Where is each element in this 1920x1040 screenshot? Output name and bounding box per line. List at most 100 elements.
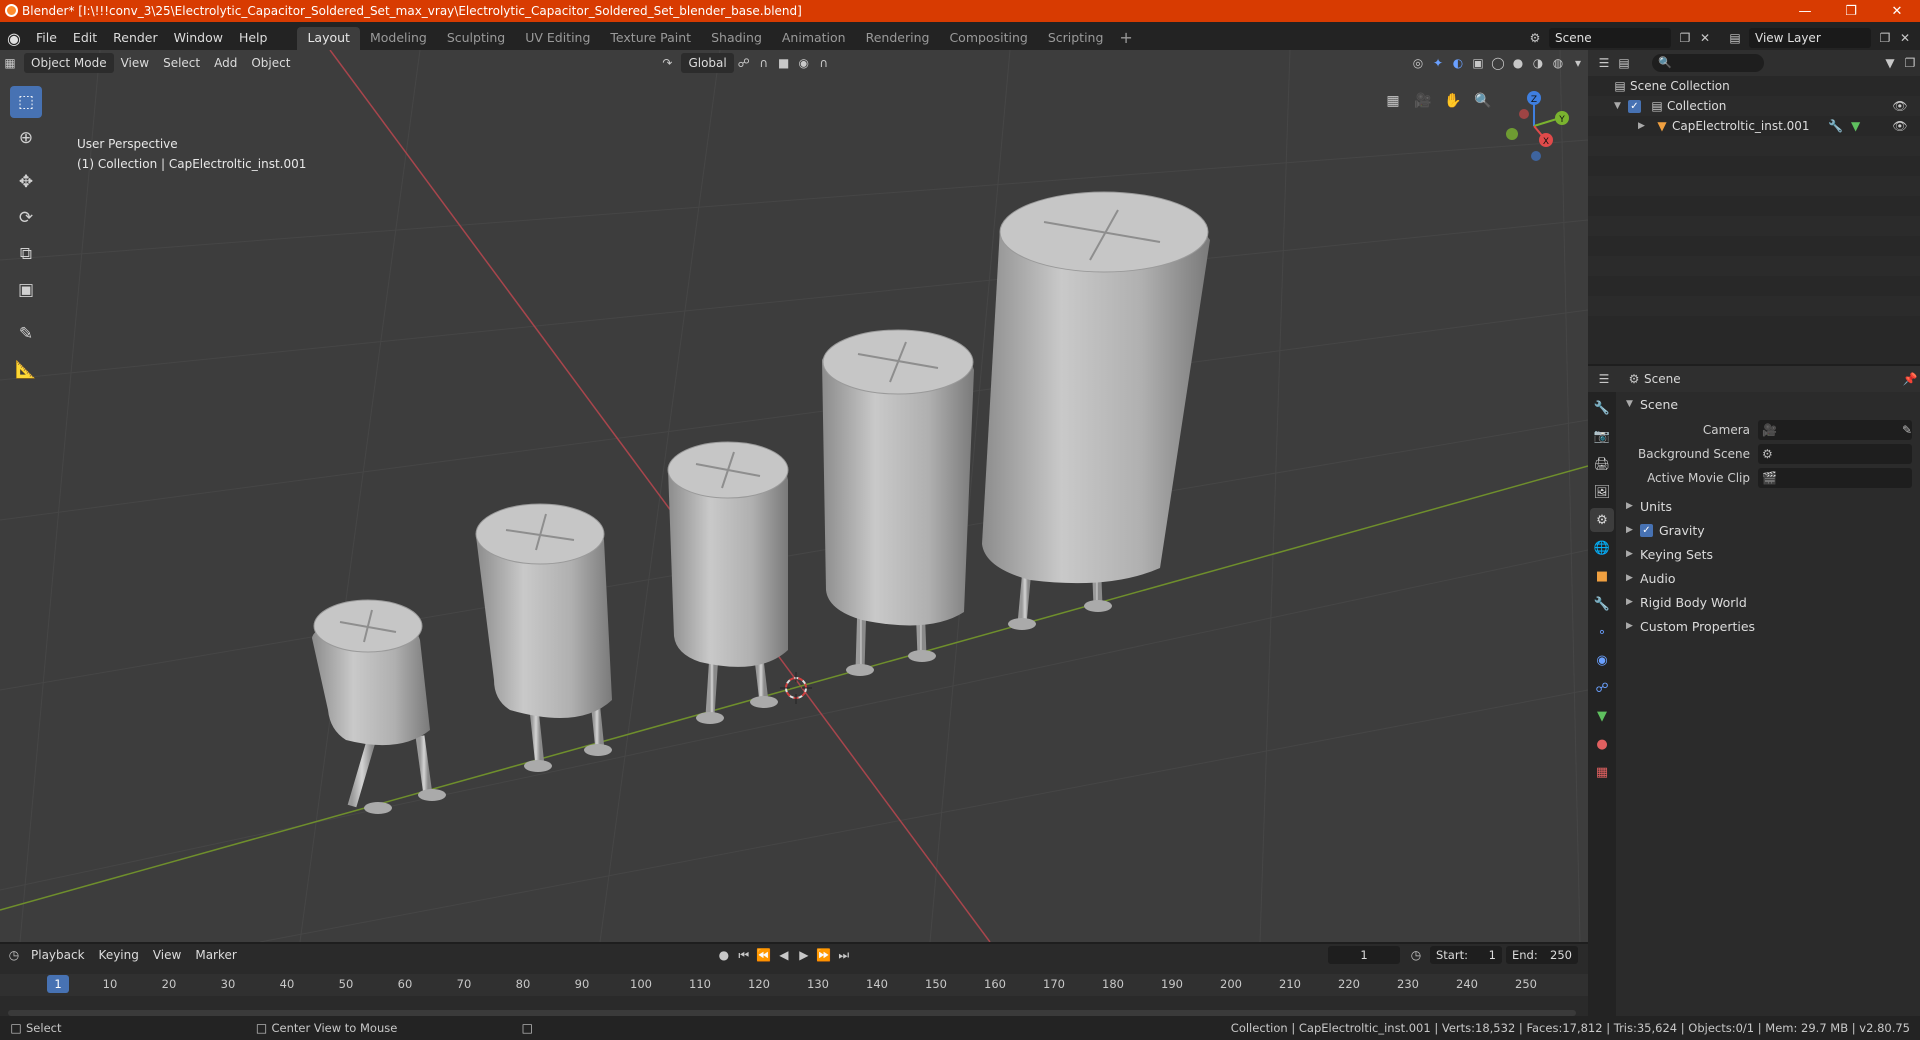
falloff-icon[interactable]: ∩ [814,53,834,73]
pivot-icon[interactable]: ☍ [734,53,754,73]
scene-tab-icon[interactable]: ⚙ [1590,508,1614,532]
start-frame-field[interactable]: Start: 1 [1430,946,1502,964]
current-frame-marker[interactable]: 1 [47,975,69,993]
new-view-layer-icon[interactable]: ❐ [1875,28,1895,48]
scene-section-collapse-icon[interactable]: ▼ [1626,399,1640,409]
material-shading-icon[interactable]: ◑ [1528,53,1548,73]
pin-icon[interactable]: 📌 [1900,369,1920,389]
gravity-panel[interactable]: ▶ ✓ Gravity [1618,518,1920,542]
grid-view-icon[interactable]: ▦ [1380,88,1406,114]
proportional-edit-icon[interactable]: ◉ [794,53,814,73]
xray-icon[interactable]: ▣ [1468,53,1488,73]
mesh-data-icon[interactable]: ▼ [1846,116,1866,136]
units-expand-icon[interactable]: ▶ [1626,501,1640,511]
close-icon[interactable]: ✕ [1874,0,1920,22]
eyedropper-icon[interactable]: ✎ [1902,423,1912,437]
editor-type-icon[interactable]: ▦ [0,53,20,73]
world-tab-icon[interactable]: 🌐 [1590,536,1614,560]
movie-clip-field[interactable]: 🎬 [1758,468,1912,488]
record-icon[interactable]: ● [714,945,734,965]
outliner-search-input[interactable]: 🔍 [1652,54,1764,72]
play-reverse-icon[interactable]: ◀ [774,945,794,965]
units-panel[interactable]: ▶ Units [1618,494,1920,518]
rigid-body-expand-icon[interactable]: ▶ [1626,597,1640,607]
view-layer-tab-icon[interactable]: 🖼 [1590,480,1614,504]
zoom-icon[interactable]: 🔍 [1470,88,1496,114]
gizmo-toggle-icon[interactable]: ✦ [1428,53,1448,73]
overlay-icon[interactable]: ◐ [1448,53,1468,73]
object-visibility-icon[interactable]: 👁 [1890,116,1910,136]
next-keyframe-icon[interactable]: ⏩ [814,945,834,965]
render-tab-icon[interactable]: 📷 [1590,424,1614,448]
rendered-shading-icon[interactable]: ◍ [1548,53,1568,73]
jump-end-icon[interactable]: ⏭ [834,945,854,965]
properties-editor-icon[interactable]: ☰ [1594,369,1614,389]
timeline-menu-keying[interactable]: Keying [92,948,146,962]
outliner-row-scene-collection[interactable]: ▤ Scene Collection [1588,76,1920,96]
object-tab-icon[interactable]: ■ [1590,564,1614,588]
viewport-menu-select[interactable]: Select [156,56,207,70]
modifier-icon[interactable]: 🔧 [1826,116,1846,136]
timeline-ruler[interactable]: 1 10 20 30 40 50 60 70 80 90 100 110 120… [0,974,1588,996]
gravity-expand-icon[interactable]: ▶ [1626,525,1640,535]
timeline-menu-marker[interactable]: Marker [188,948,243,962]
end-frame-field[interactable]: End: 250 [1506,946,1578,964]
constraints-tab-icon[interactable]: ☍ [1590,676,1614,700]
new-scene-icon[interactable]: ❐ [1675,28,1695,48]
preview-range-icon[interactable]: ◷ [1406,945,1426,965]
custom-properties-expand-icon[interactable]: ▶ [1626,621,1640,631]
rotate-tool-icon[interactable]: ⟳ [10,202,42,234]
prev-keyframe-icon[interactable]: ⏪ [754,945,774,965]
select-box-tool-icon[interactable]: ⬚ [10,86,42,118]
shading-options-icon[interactable]: ▾ [1568,53,1588,73]
jump-start-icon[interactable]: ⏮ [734,945,754,965]
rigid-body-world-panel[interactable]: ▶ Rigid Body World [1618,590,1920,614]
cursor-tool-icon[interactable]: ⊕ [10,122,42,154]
scale-tool-icon[interactable]: ⧉ [10,238,42,270]
transform-tool-icon[interactable]: ▣ [10,274,42,306]
outliner-row-object[interactable]: ▶ ▼ CapElectroltic_inst.001 🔧 ▼ 👁 [1588,116,1920,136]
minimize-icon[interactable]: — [1782,0,1828,22]
physics-tab-icon[interactable]: ◉ [1590,648,1614,672]
timeline-menu-playback[interactable]: Playback [24,948,92,962]
3d-viewport[interactable]: ▦ Object Mode View Select Add Object ↷ G… [0,50,1588,942]
new-collection-icon[interactable]: ❐ [1900,53,1920,73]
keying-sets-panel[interactable]: ▶ Keying Sets [1618,542,1920,566]
scene-name-field[interactable]: Scene [1549,28,1671,48]
visibility-icon[interactable]: ◎ [1408,53,1428,73]
snap-icon[interactable]: ∩ [754,53,774,73]
texture-tab-icon[interactable]: ▦ [1590,760,1614,784]
audio-panel[interactable]: ▶ Audio [1618,566,1920,590]
measure-tool-icon[interactable]: 📐 [10,354,42,386]
modifier-tab-icon[interactable]: 🔧 [1590,592,1614,616]
view-layer-selector[interactable]: ▤ View Layer ❐ ✕ [1725,27,1915,49]
audio-expand-icon[interactable]: ▶ [1626,573,1640,583]
play-icon[interactable]: ▶ [794,945,814,965]
viewport-scene[interactable] [0,50,1588,942]
snap-target-icon[interactable]: ■ [774,53,794,73]
collection-visibility-icon[interactable]: 👁 [1890,96,1910,116]
collection-expand-icon[interactable]: ▼ [1614,101,1628,111]
particles-tab-icon[interactable]: ∘ [1590,620,1614,644]
restore-icon[interactable]: ❐ [1828,0,1874,22]
current-frame-field[interactable]: 1 [1328,946,1400,964]
outliner-row-collection[interactable]: ▼ ✓ ▤ Collection 👁 [1588,96,1920,116]
display-mode-icon[interactable]: ▤ [1614,53,1634,73]
navigation-gizmo[interactable]: Z Y X [1498,86,1578,166]
camera-field[interactable]: 🎥 ✎ [1758,420,1912,440]
data-tab-icon[interactable]: ▼ [1590,704,1614,728]
mode-dropdown[interactable]: Object Mode [24,53,114,73]
viewport-menu-add[interactable]: Add [207,56,244,70]
delete-scene-icon[interactable]: ✕ [1695,28,1715,48]
object-expand-icon[interactable]: ▶ [1638,121,1652,131]
delete-view-layer-icon[interactable]: ✕ [1895,28,1915,48]
viewport-menu-view[interactable]: View [114,56,156,70]
pan-hand-icon[interactable]: ✋ [1440,88,1466,114]
solid-shading-icon[interactable]: ● [1508,53,1528,73]
outliner-editor-icon[interactable]: ☰ [1594,53,1614,73]
keying-sets-expand-icon[interactable]: ▶ [1626,549,1640,559]
collection-checkbox[interactable]: ✓ [1628,99,1641,113]
filter-icon[interactable]: ▼ [1880,53,1900,73]
timeline-menu-view[interactable]: View [146,948,188,962]
tool-tab-icon[interactable]: 🔧 [1590,396,1614,420]
